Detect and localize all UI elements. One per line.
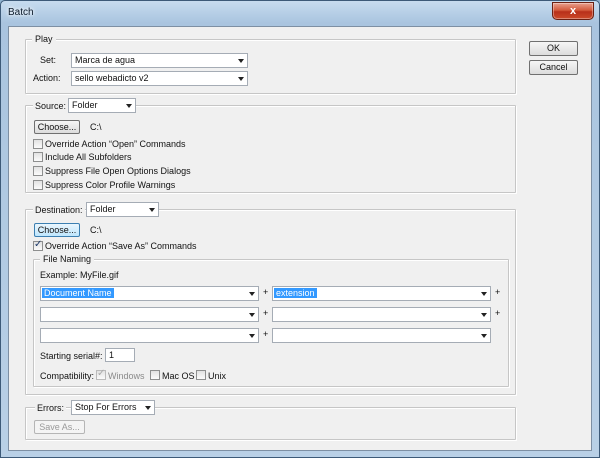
title-bar[interactable]: Batch x [1,1,599,26]
compat-unix-label: Unix [208,371,227,381]
naming-field-value: Document Name [42,288,114,298]
source-value: Folder [72,100,98,110]
chevron-down-icon [249,313,255,317]
naming-field-value: extension [274,288,317,298]
include-subfolders-checkbox[interactable] [33,152,43,162]
action-label: Action: [33,73,61,83]
source-dropdown[interactable]: Folder [68,98,136,113]
override-open-checkbox[interactable] [33,139,43,149]
save-as-button[interactable]: Save As... [34,420,85,434]
chevron-down-icon [249,292,255,296]
naming-field-1-left[interactable]: Document Name [40,286,259,301]
chevron-down-icon [238,59,244,63]
plus-separator: + [263,329,269,339]
naming-field-3-left[interactable] [40,328,259,343]
naming-field-2-left[interactable] [40,307,259,322]
starting-serial-label: Starting serial#: [40,351,103,361]
errors-label: Errors: [35,403,66,413]
compat-windows-label: Windows [108,371,145,381]
batch-dialog-window: Batch x OK Cancel Play Set: Marca de agu… [0,0,600,458]
override-save-as-label: Override Action “Save As” Commands [45,241,197,251]
plus-separator: + [263,308,269,318]
plus-separator: + [495,308,501,318]
override-save-as-checkbox[interactable] [33,239,43,251]
naming-field-1-right[interactable]: extension [272,286,491,301]
chevron-down-icon [481,313,487,317]
destination-value: Folder [90,204,116,214]
set-dropdown[interactable]: Marca de agua [71,53,248,68]
close-button[interactable]: x [552,2,594,20]
plus-separator: + [495,287,501,297]
starting-serial-input[interactable]: 1 [105,348,135,362]
chevron-down-icon [481,292,487,296]
cancel-button[interactable]: Cancel [529,60,578,75]
set-label: Set: [40,55,57,65]
override-open-label: Override Action “Open” Commands [45,139,186,149]
close-icon: x [569,5,577,17]
destination-label: Destination: [33,205,85,215]
play-legend: Play [32,34,56,44]
chevron-down-icon [126,104,132,108]
include-subfolders-label: Include All Subfolders [45,152,132,162]
plus-separator: + [263,287,269,297]
compat-macos-checkbox[interactable] [150,370,160,380]
set-value: Marca de agua [75,55,136,65]
suppress-color-warnings-label: Suppress Color Profile Warnings [45,180,176,190]
compat-windows-checkbox[interactable] [96,368,106,380]
naming-example: Example: MyFile.gif [40,270,119,280]
destination-path: C:\ [90,225,102,235]
naming-field-3-right[interactable] [272,328,491,343]
chevron-down-icon [238,77,244,81]
file-naming-legend: File Naming [40,254,95,264]
chevron-down-icon [149,208,155,212]
chevron-down-icon [249,334,255,338]
suppress-open-dialogs-checkbox[interactable] [33,166,43,176]
errors-value: Stop For Errors [75,402,137,412]
compat-unix-checkbox[interactable] [196,370,206,380]
compat-macos-label: Mac OS [162,371,195,381]
chevron-down-icon [481,334,487,338]
action-dropdown[interactable]: sello webadicto v2 [71,71,248,86]
naming-field-2-right[interactable] [272,307,491,322]
errors-dropdown[interactable]: Stop For Errors [71,400,155,415]
starting-serial-value: 1 [109,350,115,360]
source-path: C:\ [90,122,102,132]
dialog-client-area: OK Cancel Play Set: Marca de agua Action… [8,26,592,451]
destination-choose-button[interactable]: Choose... [34,223,80,237]
action-value: sello webadicto v2 [75,73,149,83]
ok-button[interactable]: OK [529,41,578,56]
window-title: Batch [8,7,34,18]
destination-dropdown[interactable]: Folder [86,202,159,217]
compatibility-label: Compatibility: [40,371,95,381]
suppress-open-dialogs-label: Suppress File Open Options Dialogs [45,166,191,176]
source-choose-button[interactable]: Choose... [34,120,80,134]
source-label: Source: [33,101,69,111]
suppress-color-warnings-checkbox[interactable] [33,180,43,190]
chevron-down-icon [145,406,151,410]
